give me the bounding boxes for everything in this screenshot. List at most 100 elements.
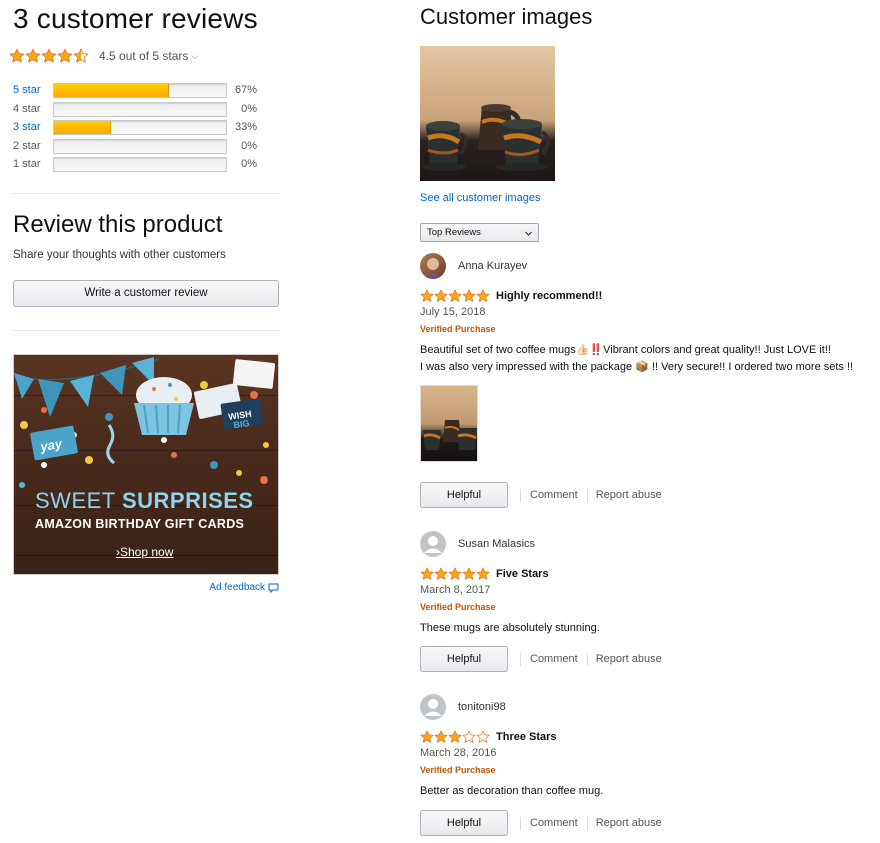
star-icon [420, 730, 434, 743]
mugs-photo [423, 420, 477, 450]
section-divider [13, 330, 279, 331]
verified-purchase-badge[interactable]: Verified Purchase [420, 765, 496, 775]
review-stars [420, 730, 490, 744]
ad-subline: AMAZON BIRTHDAY GIFT CARDS [35, 517, 245, 531]
reviewer-profile[interactable]: tonitoni98 [420, 693, 506, 721]
avatar[interactable] [420, 694, 446, 720]
histogram-row-2: 2 star 0% [13, 138, 279, 157]
star-icon [41, 48, 57, 63]
star-icon [420, 289, 434, 302]
histogram-row-4: 4 star 0% [13, 101, 279, 120]
review-date: March 8, 2017 [420, 584, 491, 596]
review-headline[interactable]: Five Stars [420, 567, 549, 581]
ad-feedback-link[interactable]: Ad feedback [209, 582, 279, 593]
comment-link[interactable]: Comment [530, 817, 578, 829]
star-icon [420, 567, 434, 580]
review-headline[interactable]: Three Stars [420, 730, 557, 744]
helpful-button[interactable]: Helpful [420, 810, 508, 836]
average-rating[interactable]: 4.5 out of 5 stars ⌵ [9, 46, 198, 66]
action-divider [586, 816, 588, 830]
review-title[interactable]: Highly recommend!! [496, 290, 602, 302]
review-body-line: I was also very impressed with the packa… [420, 361, 854, 373]
histogram-row-5[interactable]: 5 star 67% [13, 82, 279, 101]
gift-card-ad-banner[interactable]: WISH BIG yay SWEET SURPRISES AMAZON BIRT… [13, 354, 279, 575]
reviewer-name[interactable]: tonitoni98 [458, 701, 506, 713]
star-icon [25, 48, 41, 63]
star-icon [448, 289, 462, 302]
star-icon [9, 48, 25, 63]
reviewer-profile[interactable]: Anna Kurayev [420, 252, 527, 280]
review-actions: Helpful Comment Report abuse [420, 810, 662, 836]
svg-text:BIG: BIG [233, 418, 250, 430]
verified-purchase-badge[interactable]: Verified Purchase [420, 324, 496, 334]
report-abuse-link[interactable]: Report abuse [596, 817, 662, 829]
star-icon [448, 567, 462, 580]
customer-image-mugs[interactable] [420, 46, 555, 181]
reviewer-profile[interactable]: Susan Malasics [420, 530, 535, 558]
histogram-percent: 0% [241, 158, 257, 170]
sort-reviews-dropdown[interactable]: Top Reviews [420, 223, 539, 242]
user-photo [423, 258, 443, 279]
star-icon [434, 567, 448, 580]
histogram-bar[interactable] [53, 120, 227, 135]
star-icon [434, 289, 448, 302]
histogram-label[interactable]: 5 star [13, 84, 41, 96]
chevron-down-icon: ⌵ [191, 51, 199, 61]
star-icon [73, 48, 89, 63]
review-actions: Helpful Comment Report abuse [420, 646, 662, 672]
histogram-bar [53, 101, 227, 117]
verified-purchase-badge[interactable]: Verified Purchase [420, 602, 496, 612]
histogram-bar[interactable] [53, 83, 227, 98]
review-product-subtitle: Share your thoughts with other customers [13, 249, 226, 261]
histogram-label[interactable]: 3 star [13, 121, 41, 133]
star-icon [462, 289, 476, 302]
histogram-percent: 0% [241, 102, 257, 115]
review-stars [420, 567, 490, 581]
reviewer-name[interactable]: Susan Malasics [458, 538, 535, 550]
action-divider [520, 488, 521, 502]
comment-link[interactable]: Comment [530, 489, 578, 501]
avatar[interactable] [420, 253, 446, 279]
chevron-down-icon [525, 231, 532, 236]
review-body: Beautiful set of two coffee mugs👍🏻‼️Vibr… [420, 342, 853, 376]
histogram-bar [53, 138, 227, 154]
histogram-row-3[interactable]: 3 star 33% [13, 119, 279, 138]
section-divider [13, 193, 279, 194]
helpful-button[interactable]: Helpful [420, 646, 508, 672]
star-icon [476, 567, 490, 580]
average-rating-text[interactable]: 4.5 out of 5 stars ⌵ [99, 49, 198, 63]
reviewer-name[interactable]: Anna Kurayev [458, 260, 527, 272]
review-product-title: Review this product [13, 211, 223, 238]
default-user-icon [424, 699, 442, 716]
comment-link[interactable]: Comment [530, 653, 578, 665]
review-actions: Helpful Comment Report abuse [420, 482, 662, 508]
review-date: July 15, 2018 [420, 306, 486, 318]
review-title[interactable]: Three Stars [496, 731, 557, 743]
histogram-label: 4 star [13, 102, 41, 115]
action-divider [520, 816, 521, 830]
star-icon [57, 48, 73, 63]
review-image-thumbnail[interactable] [420, 385, 478, 462]
histogram-percent[interactable]: 33% [217, 121, 257, 133]
write-review-button[interactable]: Write a customer review [13, 280, 279, 307]
speech-bubble-icon [268, 583, 279, 593]
histogram-bar [53, 157, 227, 172]
star-icon [476, 730, 490, 743]
review-title[interactable]: Five Stars [496, 568, 549, 580]
helpful-button[interactable]: Helpful [420, 482, 508, 508]
mugs-photo [422, 104, 550, 171]
report-abuse-link[interactable]: Report abuse [596, 653, 662, 665]
review-headline[interactable]: Highly recommend!! [420, 289, 602, 303]
action-divider [586, 488, 588, 502]
review-body-line: Beautiful set of two coffee mugs👍🏻‼️Vibr… [420, 344, 831, 356]
default-user-icon [424, 536, 442, 553]
histogram-label: 1 star [13, 158, 41, 170]
report-abuse-link[interactable]: Report abuse [596, 489, 662, 501]
customer-images-title: Customer images [420, 4, 593, 29]
star-icon [448, 730, 462, 743]
ad-shop-now-link[interactable]: ›Shop now [116, 545, 173, 559]
histogram-percent[interactable]: 67% [217, 84, 257, 96]
histogram-percent: 0% [241, 139, 257, 152]
see-all-customer-images-link[interactable]: See all customer images [420, 192, 540, 204]
avatar[interactable] [420, 531, 446, 557]
